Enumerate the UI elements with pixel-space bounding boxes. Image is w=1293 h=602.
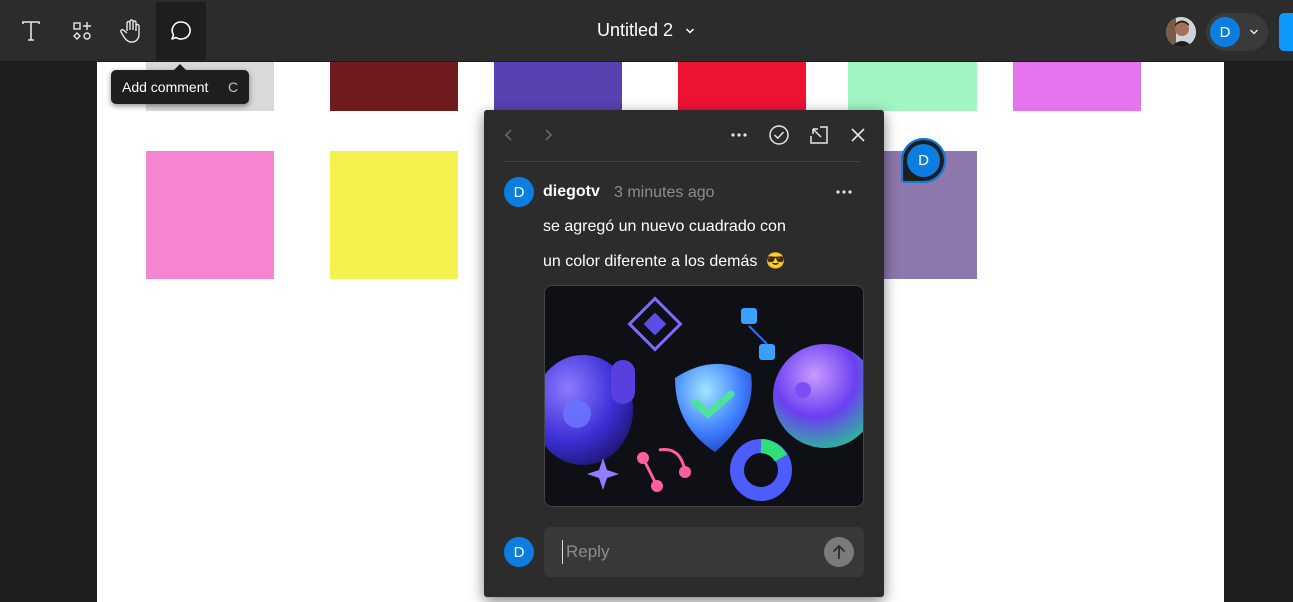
more-icon bbox=[731, 133, 747, 137]
share-button[interactable] bbox=[1279, 13, 1293, 51]
current-user-avatar: D bbox=[1210, 17, 1240, 47]
color-swatch-row2-1[interactable] bbox=[146, 151, 274, 279]
collaborator-photo-icon bbox=[1166, 17, 1196, 47]
close-icon bbox=[851, 128, 865, 142]
color-swatch-row1-5[interactable] bbox=[848, 62, 977, 111]
author-avatar: D bbox=[504, 177, 534, 207]
comment-message-text: un color diferente a los demás bbox=[543, 253, 758, 270]
chevron-left-icon bbox=[504, 129, 512, 141]
resolve-check-icon bbox=[769, 125, 789, 145]
current-user-menu[interactable]: D bbox=[1206, 13, 1268, 51]
next-comment-button[interactable] bbox=[537, 124, 559, 146]
comment-timestamp: 3 minutes ago bbox=[614, 184, 715, 201]
tooltip-shortcut: C bbox=[228, 79, 239, 95]
comment-tool-button[interactable] bbox=[156, 2, 206, 60]
comment-author: diegotv bbox=[543, 183, 600, 200]
open-in-sidebar-button[interactable] bbox=[806, 123, 832, 147]
color-swatch-row2-2[interactable] bbox=[330, 151, 458, 279]
canvas-background-left bbox=[0, 62, 97, 602]
color-swatch-row1-6[interactable] bbox=[1013, 62, 1141, 111]
send-reply-button[interactable] bbox=[824, 537, 854, 567]
comment-message-line-2: un color diferente a los demás 😎 bbox=[543, 251, 786, 271]
color-swatch-row1-2[interactable] bbox=[330, 62, 458, 111]
sunglasses-emoji-icon: 😎 bbox=[765, 253, 786, 270]
shapes-plus-icon bbox=[73, 22, 91, 40]
thread-options-button[interactable] bbox=[726, 123, 752, 147]
3d-illustration-icon bbox=[545, 286, 863, 506]
chevron-down-icon[interactable] bbox=[684, 25, 696, 37]
comment-bubble-icon bbox=[171, 21, 191, 40]
comment-options-button[interactable] bbox=[831, 180, 857, 204]
canvas-background-right bbox=[1224, 62, 1293, 602]
reply-input[interactable] bbox=[562, 540, 802, 564]
resources-tool-button[interactable] bbox=[57, 2, 107, 60]
add-comment-tooltip: Add comment C bbox=[111, 70, 249, 104]
top-toolbar: Untitled 2 D bbox=[0, 0, 1293, 62]
comment-thread-panel: D diegotv 3 minutes ago se agregó un nue… bbox=[484, 110, 884, 597]
chevron-down-icon bbox=[1249, 29, 1259, 35]
reply-composer bbox=[544, 527, 864, 577]
previous-comment-button[interactable] bbox=[498, 124, 520, 146]
resolve-button[interactable] bbox=[766, 123, 792, 147]
collaborator-avatar[interactable] bbox=[1166, 17, 1196, 47]
document-title[interactable]: Untitled 2 bbox=[597, 20, 673, 40]
more-icon bbox=[836, 190, 852, 194]
open-external-icon bbox=[810, 126, 828, 144]
hand-tool-button[interactable] bbox=[106, 2, 156, 60]
comment-pin-avatar[interactable]: D bbox=[907, 144, 940, 177]
chevron-right-icon bbox=[545, 129, 553, 141]
text-icon bbox=[22, 21, 40, 41]
reply-user-avatar: D bbox=[504, 537, 534, 567]
header-divider bbox=[504, 161, 860, 162]
close-thread-button[interactable] bbox=[845, 123, 871, 147]
comment-attachment-image[interactable] bbox=[544, 285, 864, 507]
hand-icon bbox=[120, 19, 140, 43]
comment-message-line-1: se agregó un nuevo cuadrado con bbox=[543, 218, 786, 235]
text-tool-button[interactable] bbox=[6, 2, 56, 60]
color-swatch-row1-3[interactable] bbox=[494, 62, 622, 111]
tooltip-label: Add comment bbox=[122, 79, 209, 95]
arrow-up-icon bbox=[832, 544, 846, 559]
color-swatch-row1-4[interactable] bbox=[678, 62, 806, 111]
